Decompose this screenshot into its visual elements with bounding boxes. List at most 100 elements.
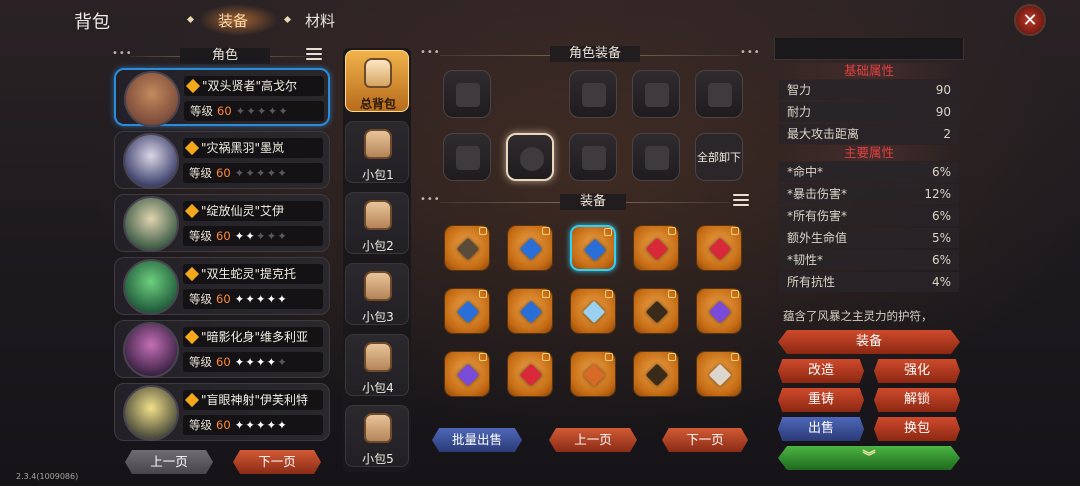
ring-icon (519, 363, 543, 387)
stat-row: *暴击伤害* 12% (779, 184, 959, 204)
item-description: 蕴含了风暴之主灵力的护符， (783, 309, 933, 323)
lock-icon (542, 353, 550, 361)
sort-list-icon[interactable] (733, 194, 749, 208)
inventory-item[interactable] (696, 288, 742, 334)
inventory-item[interactable] (633, 351, 679, 397)
inventory-item[interactable] (507, 225, 553, 271)
hero-name-box: "盲眼神射"伊芙利特 (183, 390, 323, 410)
stat-row: 智力 90 (779, 80, 959, 100)
bag-slot[interactable]: 总背包 (345, 50, 409, 112)
inventory-item[interactable] (507, 288, 553, 334)
hero-card[interactable]: "绽放仙灵"艾伊等级 60 ✦✦✦✦✦ (114, 194, 330, 252)
lock-icon (605, 290, 613, 298)
sort-list-icon[interactable] (306, 48, 322, 62)
level-label: 等级 (189, 292, 212, 306)
equip-slot-legs[interactable] (695, 70, 743, 118)
inventory-item[interactable] (633, 225, 679, 271)
collapse-button[interactable]: ︾ (778, 446, 960, 470)
equipment-next-page-button[interactable]: 下一页 (662, 428, 748, 452)
equip-slot-chest[interactable] (569, 70, 617, 118)
bag-slot[interactable]: 小包3 (345, 263, 409, 325)
equip-button[interactable]: 装备 (778, 330, 960, 354)
inventory-item[interactable] (444, 288, 490, 334)
inventory-item[interactable] (570, 225, 616, 271)
batch-sell-button[interactable]: 批量出售 (432, 428, 522, 452)
equip-slot-ring-2[interactable] (632, 133, 680, 181)
inventory-item[interactable] (507, 351, 553, 397)
bag-slot[interactable]: 小包4 (345, 334, 409, 396)
hero-level-box: 等级 60 ✦✦✦✦✦ (183, 226, 323, 246)
star-rating-icon: ✦✦✦✦✦ (234, 229, 288, 243)
lock-icon (542, 290, 550, 298)
crystal-icon (582, 300, 606, 324)
equip-slot-weapon[interactable] (443, 133, 491, 181)
lock-icon (731, 227, 739, 235)
enhance-button[interactable]: 强化 (874, 359, 960, 383)
bag-label: 总背包 (359, 97, 396, 111)
hero-portrait-avatar (123, 133, 179, 189)
hero-name: "双生蛇灵"提克托 (201, 267, 297, 281)
role-equipment-title: 角色装备 (550, 46, 640, 62)
hero-card[interactable]: "盲眼神射"伊芙利特 等级 60 ✦✦✦✦✦ (114, 383, 330, 441)
rarity-diamond-icon (184, 392, 200, 408)
bag-slot[interactable]: 小包2 (345, 192, 409, 254)
inventory-item[interactable] (696, 225, 742, 271)
hero-name: "盲眼神射"伊芙利特 (201, 393, 309, 407)
level-label: 等级 (189, 418, 212, 432)
hero-name-box: "双头贤者"高戈尔 (184, 76, 324, 96)
hero-card[interactable]: "灾祸黑羽"墨岚 等级 60 ✦✦✦✦✦ (114, 131, 330, 189)
inventory-item[interactable] (444, 225, 490, 271)
reform-button[interactable]: 改造 (778, 359, 864, 383)
lock-icon (542, 227, 550, 235)
bag-slot[interactable]: 小包5 (345, 405, 409, 467)
roles-next-page-button[interactable]: 下一页 (233, 450, 321, 474)
weapon-silhouette-icon (456, 146, 480, 170)
equip-slot-amulet[interactable] (506, 133, 554, 181)
tab-materials[interactable]: 材料 (305, 10, 335, 31)
backpack-icon (364, 200, 392, 230)
unlock-button[interactable]: 解锁 (874, 388, 960, 412)
backpack-icon (364, 58, 392, 88)
sell-button[interactable]: 出售 (778, 417, 864, 441)
ring-icon (456, 363, 480, 387)
equip-slot-gloves[interactable] (632, 70, 680, 118)
hero-portrait-avatar (124, 71, 180, 127)
hero-card[interactable]: "双生蛇灵"提克托等级 60 ✦✦✦✦✦ (114, 257, 330, 315)
hero-level-box: 等级 60 ✦✦✦✦✦ (183, 163, 323, 183)
hero-level-box: 等级 60 ✦✦✦✦✦ (183, 352, 323, 372)
armor-icon (708, 363, 732, 387)
unequip-all-button[interactable]: 全部卸下 (695, 133, 743, 181)
equipment-prev-page-button[interactable]: 上一页 (549, 428, 637, 452)
amulet-icon (456, 237, 480, 261)
swap-bag-button[interactable]: 换包 (874, 417, 960, 441)
hero-card[interactable]: "双头贤者"高戈尔 等级 60 ✦✦✦✦✦ (114, 68, 330, 127)
backpack-icon (364, 342, 392, 372)
hero-card[interactable]: "暗影化身"维多利亚 等级 60 ✦✦✦✦✦ (114, 320, 330, 378)
inventory-item[interactable] (570, 351, 616, 397)
hero-level-box: 等级 60 ✦✦✦✦✦ (184, 101, 324, 121)
inventory-item[interactable] (570, 288, 616, 334)
ring-silhouette-icon (582, 146, 606, 170)
equip-slot-helmet[interactable] (443, 70, 491, 118)
inventory-item[interactable] (696, 351, 742, 397)
hero-name: "绽放仙灵"艾伊 (201, 204, 285, 218)
heart-amulet-icon (708, 237, 732, 261)
hero-level-box: 等级 60 ✦✦✦✦✦ (183, 289, 323, 309)
hero-portrait-avatar (123, 322, 179, 378)
recast-button[interactable]: 重铸 (778, 388, 864, 412)
hero-portrait-avatar (123, 196, 179, 252)
equip-slot-ring-1[interactable] (569, 133, 617, 181)
rarity-diamond-icon (184, 203, 200, 219)
hero-name-box: "暗影化身"维多利亚 (183, 327, 323, 347)
inventory-item[interactable] (444, 351, 490, 397)
inventory-item[interactable] (633, 288, 679, 334)
hero-name-box: "双生蛇灵"提克托 (183, 264, 323, 284)
lock-icon (479, 227, 487, 235)
tab-equipment[interactable]: 装备 (218, 10, 248, 31)
helmet-silhouette-icon (456, 83, 480, 107)
level-label: 等级 (189, 355, 212, 369)
bag-label: 小包1 (362, 168, 394, 182)
close-button[interactable]: ✕ (1014, 4, 1046, 36)
bag-slot[interactable]: 小包1 (345, 121, 409, 183)
roles-prev-page-button[interactable]: 上一页 (125, 450, 213, 474)
